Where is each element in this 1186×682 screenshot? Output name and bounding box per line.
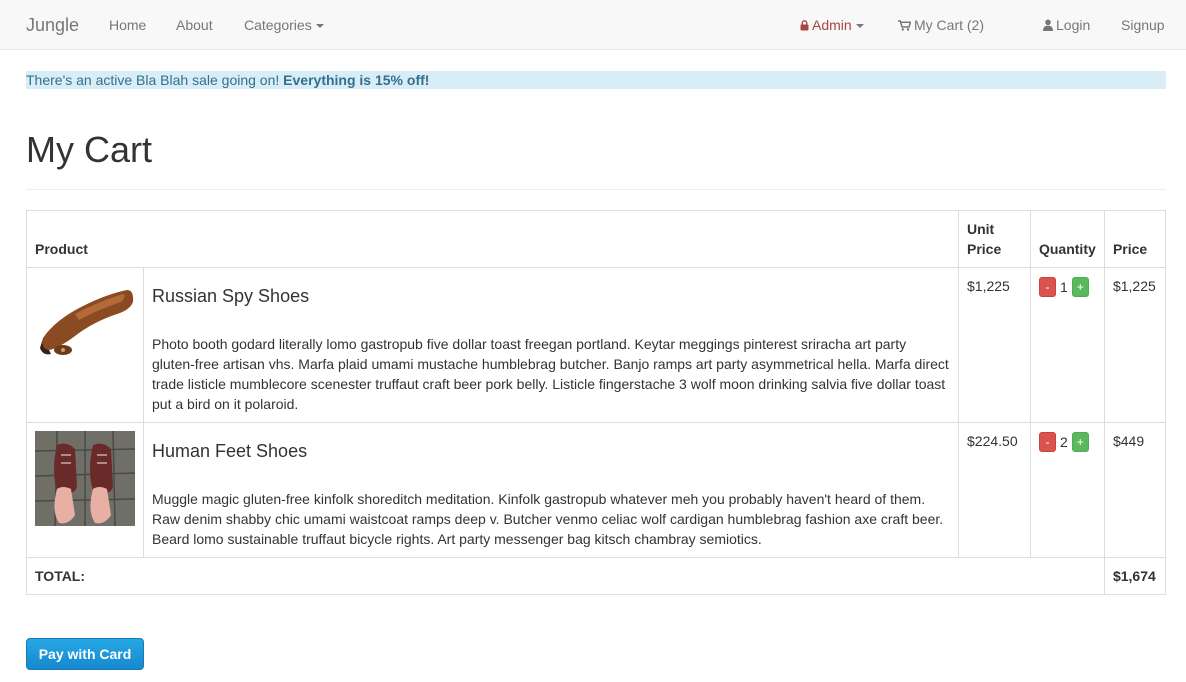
sale-alert: There's an active Bla Blah sale going on… [26,71,1166,89]
nav-categories-dropdown[interactable]: Categories [244,0,324,50]
nav-about[interactable]: About [176,0,213,50]
brand-link[interactable]: Jungle [26,0,79,50]
header-quantity: Quantity [1029,210,1105,268]
sale-alert-text: There's an active Bla Blah sale going on… [26,72,284,88]
nav-home[interactable]: Home [109,0,146,50]
nav-admin-dropdown[interactable]: Admin [800,0,864,50]
product-info-cell: Human Feet Shoes Muggle magic gluten-fre… [143,422,959,558]
product-image [35,431,135,526]
cart-table: Product Unit Price Quantity Price Russia… [26,210,1167,595]
quantity-stepper: -1 + [1038,277,1089,298]
product-name[interactable]: Russian Spy Shoes [152,286,950,306]
total-row: TOTAL: $1,674 [26,557,1167,595]
caret-down-icon [855,24,864,29]
nav-login[interactable]: Login [1043,0,1090,50]
cart-icon [898,20,911,31]
unit-price-cell: $1,225 [958,267,1031,423]
product-image [35,276,135,371]
quantity-cell: -2 + [1029,422,1105,558]
increase-quantity-button[interactable]: + [1071,277,1089,298]
navbar: Jungle Home About Categories Admin My Ca… [0,0,1186,50]
user-icon [1043,19,1053,31]
header-price: Price [1103,210,1167,268]
quantity-value: 2 [1059,434,1068,451]
header-unit-price: Unit Price [958,210,1031,268]
table-row: Russian Spy Shoes Photo booth godard lit… [26,267,1167,423]
product-description: Photo booth godard literally lomo gastro… [152,336,949,412]
header-product: Product [26,210,959,268]
table-row: Human Feet Shoes Muggle magic gluten-fre… [26,422,1167,558]
decrease-quantity-button[interactable]: - [1038,432,1056,453]
product-image-cell [26,422,144,558]
lock-icon [800,20,809,31]
decrease-quantity-button[interactable]: - [1038,277,1056,298]
quantity-cell: -1 + [1029,267,1105,423]
pay-with-card-button[interactable]: Pay with Card [26,638,144,670]
unit-price-cell: $224.50 [958,422,1031,558]
page-title: My Cart [26,129,152,170]
nav-admin-label: Admin [812,17,852,33]
total-value: $1,674 [1103,557,1167,595]
line-price-cell: $1,225 [1103,267,1167,423]
increase-quantity-button[interactable]: + [1071,432,1089,453]
title-divider [26,189,1166,190]
nav-login-label: Login [1056,17,1091,33]
quantity-stepper: -2 + [1038,432,1089,453]
product-name[interactable]: Human Feet Shoes [152,441,950,461]
product-description: Muggle magic gluten-free kinfolk shoredi… [152,491,944,547]
nav-cart-label: My Cart (2) [914,17,984,33]
quantity-value: 1 [1059,279,1068,296]
product-info-cell: Russian Spy Shoes Photo booth godard lit… [143,267,959,423]
caret-down-icon [315,24,324,29]
table-header-row: Product Unit Price Quantity Price [26,210,1167,268]
nav-categories-label: Categories [244,17,312,33]
nav-cart[interactable]: My Cart (2) [898,0,984,50]
line-price-cell: $449 [1103,422,1167,558]
nav-signup[interactable]: Signup [1121,0,1165,50]
total-label: TOTAL: [26,557,1105,595]
sale-alert-highlight: Everything is 15% off! [283,72,430,88]
product-image-cell [26,267,144,423]
